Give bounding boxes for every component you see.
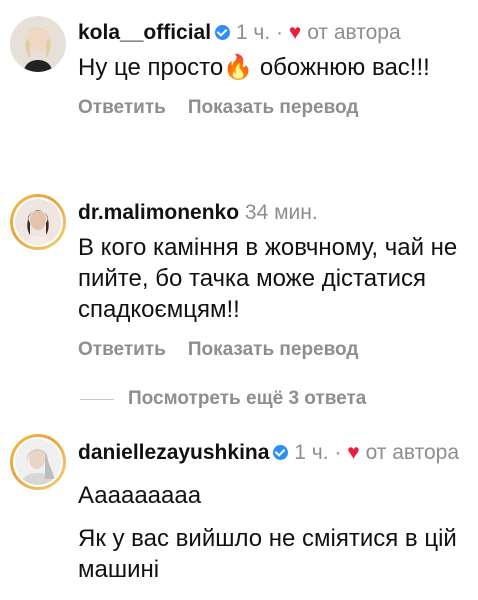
avatar-photo (15, 439, 61, 485)
comment-time: 34 мин. (244, 201, 318, 224)
comment-actions: Ответить Показать перевод (78, 339, 470, 361)
avatar-photo (10, 16, 66, 72)
view-more-replies-label[interactable]: Посмотреть ещё 3 ответа (128, 388, 366, 410)
comment-meta: dr.malimonenko 34 мин. (78, 200, 470, 226)
comment-time: 1 ч. (235, 21, 271, 44)
show-translation-button[interactable]: Показать перевод (188, 339, 359, 360)
comment-meta: daniellezayushkina 1 ч. · ♥ от автора (78, 440, 470, 466)
separator: · (276, 21, 284, 44)
comment-text: В кого каміння в жовчному, чай не пийте,… (78, 234, 458, 323)
username[interactable]: kola__official (78, 21, 211, 44)
comment-text-line-1: Ааааааааа (78, 482, 202, 509)
comment-meta: kola__official 1 ч. · ♥ от автора (78, 20, 470, 46)
separator: · (334, 441, 342, 464)
view-more-replies[interactable]: Посмотреть ещё 3 ответа (80, 386, 460, 414)
comment-time: 1 ч. (294, 441, 329, 464)
comment-text: Ну це просто🔥 обожнюю вас!!! (78, 54, 430, 81)
avatar[interactable] (10, 16, 66, 72)
username[interactable]: dr.malimonenko (78, 201, 239, 224)
username[interactable]: daniellezayushkina (78, 441, 269, 464)
liked-by-author-label: от автора (365, 441, 460, 464)
verified-badge-icon (273, 445, 289, 460)
liked-by-author-label: от автора (307, 21, 401, 44)
comment-text-line-2: Як у вас вийшло не сміятися в цій машині (78, 525, 457, 583)
heart-icon: ♥ (347, 441, 360, 464)
comment-actions: Ответить Показать перевод (78, 97, 470, 119)
avatar[interactable] (10, 434, 66, 490)
reply-button[interactable]: Ответить (78, 97, 166, 118)
heart-icon: ♥ (288, 21, 302, 44)
fire-emoji-icon: 🔥 (223, 54, 254, 81)
show-translation-button[interactable]: Показать перевод (188, 97, 359, 118)
replies-divider (80, 399, 114, 400)
reply-button[interactable]: Ответить (78, 339, 166, 360)
avatar[interactable] (10, 194, 66, 250)
verified-badge-icon (215, 25, 231, 40)
avatar-photo (15, 199, 61, 245)
